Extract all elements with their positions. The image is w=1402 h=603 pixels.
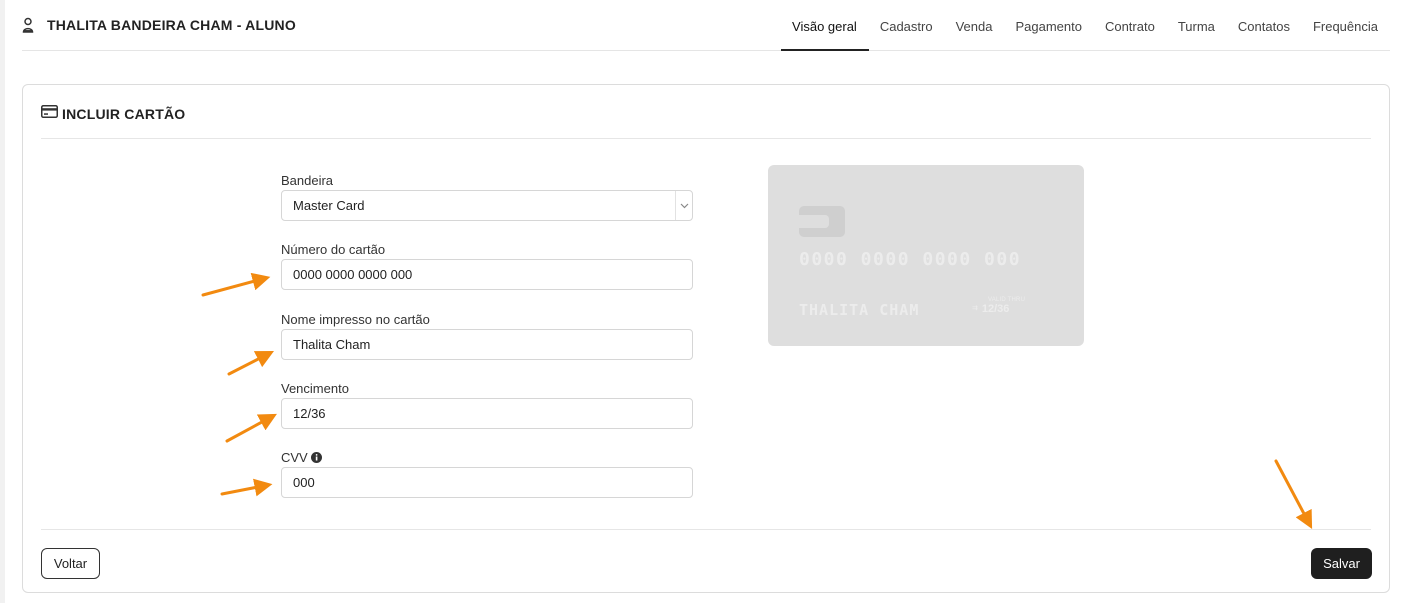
credit-card-icon: [41, 105, 58, 123]
tab-turma[interactable]: Turma: [1167, 0, 1227, 51]
divider: [41, 529, 1371, 530]
chevron-down-icon: [675, 191, 692, 220]
tab-frequencia[interactable]: Frequência: [1302, 0, 1390, 51]
card-preview: 0000 0000 0000 000 THALITA CHAM VALID TH…: [768, 165, 1084, 346]
divider: [41, 138, 1371, 139]
bandeira-label: Bandeira: [281, 173, 334, 188]
nav-tabs: Visão geral Cadastro Venda Pagamento Con…: [781, 0, 1390, 51]
card-number-input[interactable]: 0000 0000 0000 000: [281, 259, 693, 290]
tab-contrato[interactable]: Contrato: [1094, 0, 1167, 51]
cvv-label: CVV: [281, 450, 308, 465]
student-name: THALITA BANDEIRA CHAM - ALUNO: [47, 17, 296, 33]
student-header: THALITA BANDEIRA CHAM - ALUNO Visão gera…: [22, 0, 1390, 51]
panel-header: INCLUIR CARTÃO: [41, 105, 185, 123]
tab-visao-geral[interactable]: Visão geral: [781, 0, 869, 51]
expiry-input[interactable]: 12/36: [281, 398, 693, 429]
holder-name-input[interactable]: Thalita Cham: [281, 329, 693, 360]
window-edge: [0, 0, 5, 603]
card-preview-expiry: 12/36: [981, 303, 1010, 315]
bandeira-value: Master Card: [293, 198, 365, 213]
tab-venda[interactable]: Venda: [945, 0, 1005, 51]
tab-contatos[interactable]: Contatos: [1227, 0, 1302, 51]
save-button[interactable]: Salvar: [1311, 548, 1372, 579]
card-number-label: Número do cartão: [281, 242, 386, 257]
tab-cadastro[interactable]: Cadastro: [869, 0, 945, 51]
cvv-label-row: CVV: [281, 450, 322, 466]
holder-name-label: Nome impresso no cartão: [281, 312, 430, 327]
card-preview-valid: VALID THRU ⇉ 12/36: [972, 297, 1025, 315]
bandeira-select[interactable]: Master Card: [281, 190, 693, 221]
info-icon[interactable]: [310, 451, 322, 466]
arrow-right-icon: ⇉: [972, 305, 978, 312]
card-preview-holder: THALITA CHAM: [799, 301, 920, 319]
cvv-input[interactable]: 000: [281, 467, 693, 498]
chip-icon: [799, 206, 845, 237]
card-preview-number: 0000 0000 0000 000: [799, 249, 1022, 270]
tab-pagamento[interactable]: Pagamento: [1004, 0, 1094, 51]
student-title: THALITA BANDEIRA CHAM - ALUNO: [22, 17, 296, 33]
include-card-panel: INCLUIR CARTÃO Bandeira Master Card Núme…: [22, 84, 1390, 593]
expiry-label: Vencimento: [281, 381, 349, 396]
panel-title: INCLUIR CARTÃO: [62, 106, 186, 122]
back-button[interactable]: Voltar: [41, 548, 100, 579]
user-icon: [22, 17, 34, 33]
